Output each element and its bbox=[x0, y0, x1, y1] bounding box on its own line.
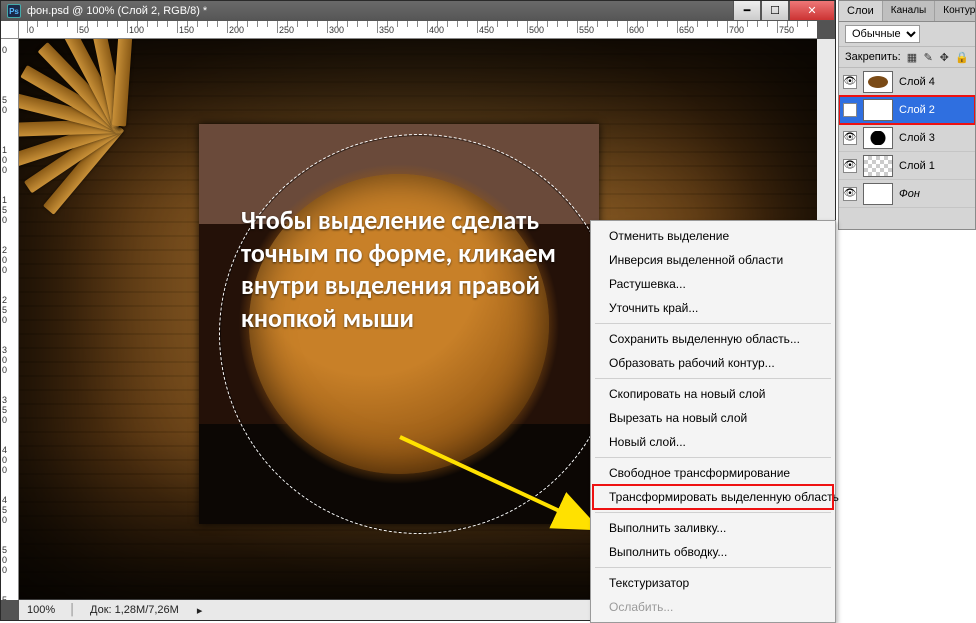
ruler-v-label: 50 bbox=[2, 95, 7, 115]
ruler-h-label: 650 bbox=[679, 25, 694, 35]
vertical-ruler[interactable]: 0 50 100 150 200 250 300 350 400 450 500 550 bbox=[1, 39, 19, 600]
ruler-v-label: 400 bbox=[2, 445, 7, 475]
layer-name[interactable]: Слой 4 bbox=[899, 76, 935, 88]
title-bar[interactable]: Ps фон.psd @ 100% (Слой 2, RGB/8) * ━ ☐ … bbox=[1, 1, 835, 21]
ruler-h-label: 500 bbox=[529, 25, 544, 35]
visibility-toggle[interactable]: 👁 bbox=[843, 187, 857, 201]
lock-brush-icon[interactable]: ✎ bbox=[923, 50, 933, 64]
layer-thumbnail[interactable] bbox=[863, 155, 893, 177]
ruler-v-label: 150 bbox=[2, 195, 7, 225]
context-menu-item[interactable]: Растушевка... bbox=[593, 272, 833, 296]
lock-label: Закрепить: bbox=[845, 51, 901, 63]
layer-row[interactable]: 👁 Фон bbox=[839, 180, 975, 208]
context-menu-item[interactable]: Сохранить выделенную область... bbox=[593, 327, 833, 351]
context-menu-item[interactable]: Уточнить край... bbox=[593, 296, 833, 320]
blend-mode-select[interactable]: Обычные bbox=[845, 25, 920, 43]
instruction-text: Чтобы выделение сделать точным по форме,… bbox=[241, 204, 581, 334]
ruler-h-label: 250 bbox=[279, 25, 294, 35]
layers-panel: СлоиКаналыКонтуры Обычные Закрепить: ▦ ✎… bbox=[838, 0, 976, 230]
context-menu-item[interactable]: Отменить выделение bbox=[593, 224, 833, 248]
ruler-v-label: 0 bbox=[2, 45, 7, 55]
panel-tab[interactable]: Слои bbox=[839, 1, 883, 21]
ruler-h-label: 50 bbox=[79, 25, 89, 35]
lock-pixels-icon[interactable]: ▦ bbox=[907, 50, 917, 64]
context-menu-item[interactable]: Текстуризатор bbox=[593, 571, 833, 595]
window-title: фон.psd @ 100% (Слой 2, RGB/8) * bbox=[27, 5, 207, 17]
context-menu-item[interactable]: Инверсия выделенной области bbox=[593, 248, 833, 272]
doc-size: Док: 1,28M/7,26M bbox=[90, 604, 179, 616]
ruler-h-label: 700 bbox=[729, 25, 744, 35]
ruler-h-label: 200 bbox=[229, 25, 244, 35]
ruler-h-label: 300 bbox=[329, 25, 344, 35]
context-menu-item[interactable]: Вырезать на новый слой bbox=[593, 406, 833, 430]
minimize-button[interactable]: ━ bbox=[733, 1, 761, 21]
zoom-level[interactable]: 100% bbox=[27, 604, 55, 616]
maximize-button[interactable]: ☐ bbox=[761, 1, 789, 21]
visibility-toggle[interactable]: 👁 bbox=[843, 159, 857, 173]
ruler-v-label: 350 bbox=[2, 395, 7, 425]
layer-name[interactable]: Слой 1 bbox=[899, 160, 935, 172]
context-menu-item[interactable]: Выполнить обводку... bbox=[593, 540, 833, 564]
panel-tabs: СлоиКаналыКонтуры bbox=[839, 1, 975, 22]
context-menu-item[interactable]: Выполнить заливку... bbox=[593, 516, 833, 540]
ruler-v-label: 450 bbox=[2, 495, 7, 525]
instruction-arrow bbox=[394, 431, 614, 541]
ruler-v-label: 300 bbox=[2, 345, 7, 375]
visibility-toggle[interactable]: 👁 bbox=[843, 131, 857, 145]
ruler-h-label: 150 bbox=[179, 25, 194, 35]
layer-name[interactable]: Фон bbox=[899, 188, 920, 200]
lock-all-icon[interactable]: 🔒 bbox=[955, 50, 969, 64]
visibility-toggle[interactable]: 👁 bbox=[843, 103, 857, 117]
ruler-h-label: 0 bbox=[29, 25, 34, 35]
ruler-v-label: 100 bbox=[2, 145, 7, 175]
ruler-v-label: 550 bbox=[2, 595, 7, 600]
context-menu-item[interactable]: Свободное трансформирование bbox=[593, 461, 833, 485]
panel-tab[interactable]: Контуры bbox=[935, 1, 976, 21]
ruler-h-label: 750 bbox=[779, 25, 794, 35]
lock-row: Закрепить: ▦ ✎ ✥ 🔒 bbox=[839, 47, 975, 68]
visibility-toggle[interactable]: 👁 bbox=[843, 75, 857, 89]
context-menu-item: Ослабить... bbox=[593, 595, 833, 619]
layer-row[interactable]: 👁 Слой 3 bbox=[839, 124, 975, 152]
ruler-h-label: 350 bbox=[379, 25, 394, 35]
context-menu: Отменить выделениеИнверсия выделенной об… bbox=[590, 220, 836, 623]
ruler-h-label: 400 bbox=[429, 25, 444, 35]
layer-thumbnail[interactable] bbox=[863, 127, 893, 149]
layer-name[interactable]: Слой 2 bbox=[899, 104, 935, 116]
layer-thumbnail[interactable] bbox=[863, 99, 893, 121]
chevron-right-icon[interactable]: ▸ bbox=[197, 604, 203, 617]
ruler-h-label: 600 bbox=[629, 25, 644, 35]
ruler-h-label: 450 bbox=[479, 25, 494, 35]
ruler-v-label: 200 bbox=[2, 245, 7, 275]
layer-row[interactable]: 👁 Слой 4 bbox=[839, 68, 975, 96]
context-menu-item[interactable]: Скопировать на новый слой bbox=[593, 382, 833, 406]
ruler-v-label: 500 bbox=[2, 545, 7, 575]
close-button[interactable]: ✕ bbox=[789, 1, 835, 21]
layer-row[interactable]: 👁 Слой 2 bbox=[839, 96, 975, 124]
layer-name[interactable]: Слой 3 bbox=[899, 132, 935, 144]
ruler-h-label: 100 bbox=[129, 25, 144, 35]
app-icon: Ps bbox=[7, 4, 21, 18]
horizontal-ruler[interactable]: 0 50 100 150 200 250 300 350 400 450 500 550 600 650 7… bbox=[19, 21, 817, 39]
context-menu-item[interactable]: Образовать рабочий контур... bbox=[593, 351, 833, 375]
layer-thumbnail[interactable] bbox=[863, 183, 893, 205]
panel-tab[interactable]: Каналы bbox=[883, 1, 936, 21]
context-menu-item[interactable]: Новый слой... bbox=[593, 430, 833, 454]
ruler-origin[interactable] bbox=[1, 21, 19, 39]
layer-row[interactable]: 👁 Слой 1 bbox=[839, 152, 975, 180]
layer-thumbnail[interactable] bbox=[863, 71, 893, 93]
blend-mode-row: Обычные bbox=[839, 22, 975, 47]
ruler-h-label: 550 bbox=[579, 25, 594, 35]
context-menu-item[interactable]: Трансформировать выделенную область bbox=[593, 485, 833, 509]
lock-move-icon[interactable]: ✥ bbox=[939, 50, 949, 64]
ruler-v-label: 250 bbox=[2, 295, 7, 325]
layers-list: 👁 Слой 4 👁 Слой 2 👁 Слой 3 👁 Слой 1 👁 Фон bbox=[839, 68, 975, 229]
